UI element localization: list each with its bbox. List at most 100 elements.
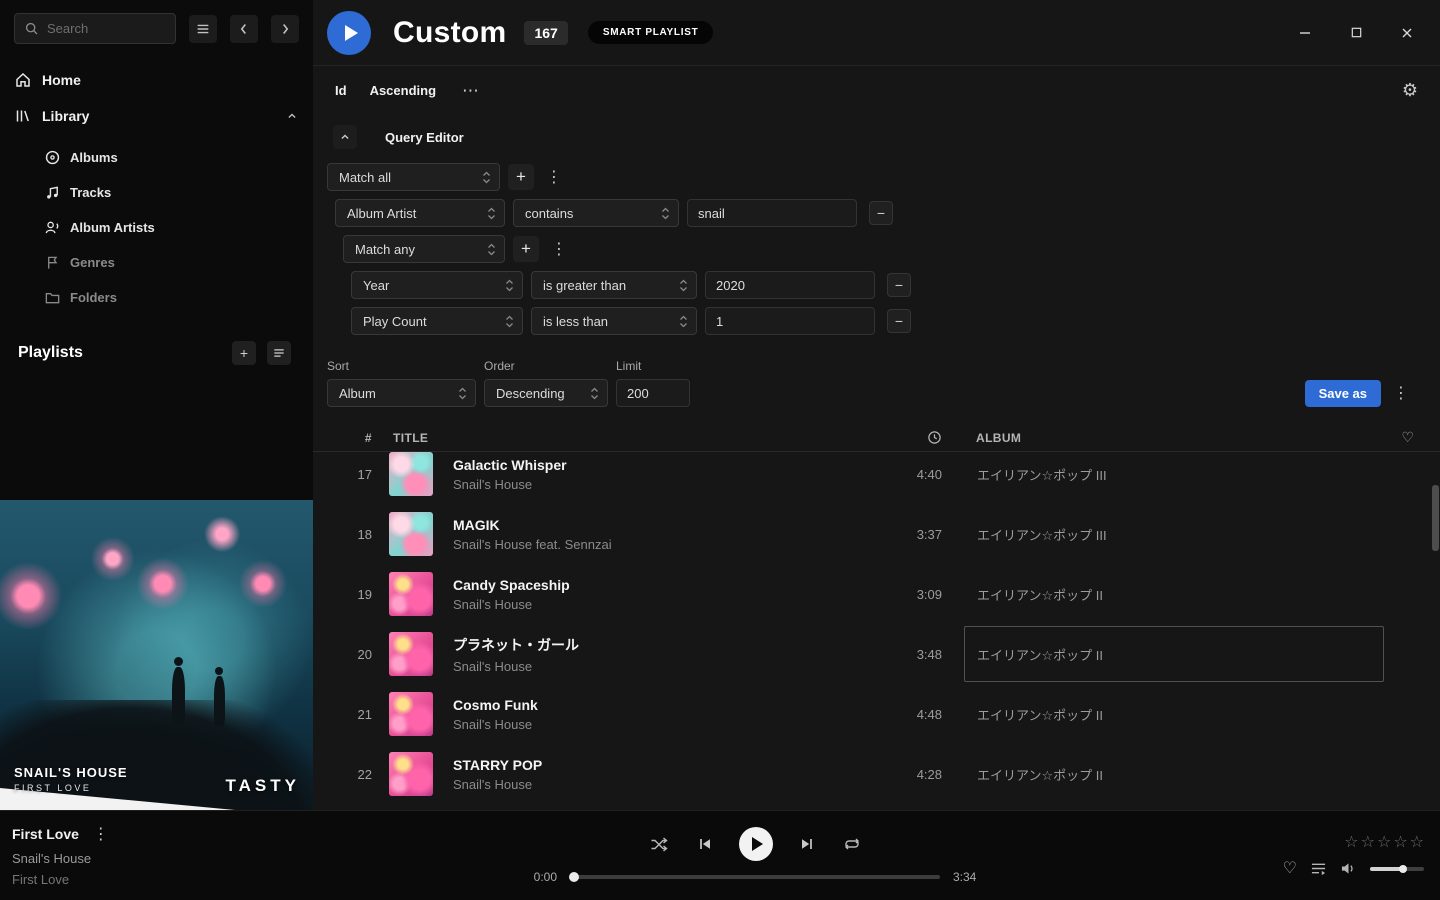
shuffle-button[interactable] bbox=[648, 835, 671, 854]
track-artist[interactable]: Snail's House bbox=[453, 597, 854, 612]
play-playlist-button[interactable] bbox=[327, 11, 371, 55]
next-button[interactable] bbox=[797, 834, 817, 854]
favorite-column-header[interactable]: ♡ bbox=[1384, 429, 1432, 446]
playlist-item[interactable] bbox=[18, 400, 313, 425]
back-button[interactable] bbox=[230, 15, 258, 43]
album-thumbnail[interactable] bbox=[389, 512, 433, 556]
album-cell[interactable]: エイリアン☆ポップ III bbox=[964, 452, 1384, 502]
now-playing-artist[interactable]: Snail's House bbox=[12, 851, 300, 866]
now-playing-menu-icon[interactable]: ⋮ bbox=[89, 824, 113, 844]
rule-value-input[interactable] bbox=[705, 307, 875, 335]
seek-knob[interactable] bbox=[569, 872, 579, 882]
now-playing-artwork[interactable]: SNAIL'S HOUSE FIRST LOVE TASTY bbox=[0, 500, 313, 810]
track-title[interactable]: Candy Spaceship bbox=[453, 577, 854, 593]
track-title[interactable]: Galactic Whisper bbox=[453, 457, 854, 473]
album-column-header[interactable]: ALBUM bbox=[964, 431, 1384, 445]
track-title[interactable]: プラネット・ガール bbox=[453, 635, 854, 655]
rule-operator-select[interactable]: is greater than bbox=[531, 271, 697, 299]
add-rule-button[interactable]: + bbox=[508, 164, 534, 190]
add-playlist-button[interactable]: + bbox=[232, 341, 256, 365]
album-thumbnail[interactable] bbox=[389, 692, 433, 736]
remove-rule-button[interactable]: − bbox=[887, 273, 911, 297]
track-artist[interactable]: Snail's House feat. Sennzai bbox=[453, 537, 854, 552]
track-artist[interactable]: Snail's House bbox=[453, 659, 854, 674]
now-playing-album[interactable]: First Love bbox=[12, 872, 300, 887]
track-title[interactable]: Cosmo Funk bbox=[453, 697, 854, 713]
album-cell[interactable]: エイリアン☆ポップ III bbox=[964, 506, 1384, 562]
favorite-heart-icon[interactable]: ♡ bbox=[1283, 861, 1297, 877]
save-as-button[interactable]: Save as bbox=[1305, 380, 1381, 407]
rule-menu-icon[interactable]: ⋮ bbox=[542, 167, 566, 187]
track-artist[interactable]: Snail's House bbox=[453, 477, 854, 492]
volume-knob[interactable] bbox=[1399, 865, 1407, 873]
album-cell[interactable]: エイリアン☆ポップ II bbox=[964, 746, 1384, 802]
sidebar-item-album-artists[interactable]: Album Artists bbox=[44, 210, 299, 245]
queue-icon[interactable] bbox=[1310, 861, 1327, 876]
rule-value-input[interactable] bbox=[705, 271, 875, 299]
album-thumbnail[interactable] bbox=[389, 452, 433, 496]
menu-button[interactable] bbox=[189, 15, 217, 43]
track-title[interactable]: MAGIK bbox=[453, 517, 854, 533]
volume-icon[interactable] bbox=[1340, 861, 1357, 876]
table-row[interactable]: 22 STARRY POP Snail's House 4:28 エイリアン☆ポ… bbox=[313, 744, 1432, 804]
index-column-header[interactable]: # bbox=[313, 431, 375, 445]
settings-gear-icon[interactable]: ⚙ bbox=[1402, 80, 1418, 101]
group-match-type-select[interactable]: Match any bbox=[343, 235, 505, 263]
minimize-button[interactable] bbox=[1294, 22, 1316, 44]
title-column-header[interactable]: TITLE bbox=[375, 431, 854, 445]
duration-column-header[interactable] bbox=[854, 430, 964, 445]
order-select[interactable]: Descending bbox=[484, 379, 608, 407]
scrollbar-thumb[interactable] bbox=[1432, 485, 1439, 551]
sort-field-button[interactable]: Id bbox=[335, 83, 347, 98]
search-box[interactable] bbox=[14, 13, 176, 44]
star-icon[interactable]: ☆ bbox=[1393, 835, 1407, 851]
more-options-icon[interactable]: ⋯ bbox=[462, 82, 479, 99]
table-row[interactable]: 21 Cosmo Funk Snail's House 4:48 エイリアン☆ポ… bbox=[313, 684, 1432, 744]
star-icon[interactable]: ☆ bbox=[1344, 835, 1358, 851]
chevron-up-icon[interactable] bbox=[285, 109, 299, 123]
star-icon[interactable]: ☆ bbox=[1410, 835, 1424, 851]
forward-button[interactable] bbox=[271, 15, 299, 43]
rule-operator-select[interactable]: contains bbox=[513, 199, 679, 227]
album-cell[interactable]: エイリアン☆ポップ II bbox=[964, 566, 1384, 622]
table-row[interactable]: 18 MAGIK Snail's House feat. Sennzai 3:3… bbox=[313, 504, 1432, 564]
group-menu-icon[interactable]: ⋮ bbox=[547, 239, 571, 259]
playlist-item[interactable] bbox=[18, 475, 313, 500]
sidebar-item-tracks[interactable]: Tracks bbox=[44, 175, 299, 210]
repeat-button[interactable] bbox=[841, 834, 863, 854]
playlist-item[interactable] bbox=[18, 425, 313, 450]
table-row[interactable]: 17 Galactic Whisper Snail's House 4:40 エ… bbox=[313, 452, 1432, 504]
album-thumbnail[interactable] bbox=[389, 572, 433, 616]
rule-field-select[interactable]: Play Count bbox=[351, 307, 523, 335]
star-icon[interactable]: ☆ bbox=[1377, 835, 1391, 851]
table-row[interactable]: 20 プラネット・ガール Snail's House 3:48 エイリアン☆ポッ… bbox=[313, 624, 1432, 684]
rule-value-input[interactable] bbox=[687, 199, 857, 227]
rule-field-select[interactable]: Album Artist bbox=[335, 199, 505, 227]
match-type-select[interactable]: Match all bbox=[327, 163, 500, 191]
album-thumbnail[interactable] bbox=[389, 632, 433, 676]
sidebar-item-library[interactable]: Library bbox=[14, 98, 299, 134]
close-button[interactable] bbox=[1396, 22, 1418, 44]
add-group-rule-button[interactable]: + bbox=[513, 236, 539, 262]
collapse-query-editor-button[interactable] bbox=[333, 125, 357, 149]
album-cell[interactable]: エイリアン☆ポップ II bbox=[964, 686, 1384, 742]
playlist-list-button[interactable] bbox=[267, 341, 291, 365]
track-artist[interactable]: Snail's House bbox=[453, 777, 854, 792]
volume-slider[interactable] bbox=[1370, 867, 1424, 871]
playlist-item[interactable] bbox=[18, 375, 313, 400]
sidebar-item-home[interactable]: Home bbox=[14, 62, 299, 98]
album-thumbnail[interactable] bbox=[389, 752, 433, 796]
limit-input[interactable] bbox=[616, 379, 690, 407]
search-input[interactable] bbox=[47, 21, 157, 36]
sort-select[interactable]: Album bbox=[327, 379, 476, 407]
rule-operator-select[interactable]: is less than bbox=[531, 307, 697, 335]
star-icon[interactable]: ☆ bbox=[1361, 835, 1375, 851]
track-artist[interactable]: Snail's House bbox=[453, 717, 854, 732]
remove-rule-button[interactable]: − bbox=[887, 309, 911, 333]
sort-direction-button[interactable]: Ascending bbox=[370, 83, 436, 98]
rule-field-select[interactable]: Year bbox=[351, 271, 523, 299]
save-menu-icon[interactable]: ⋮ bbox=[1389, 383, 1413, 403]
sidebar-item-genres[interactable]: Genres bbox=[44, 245, 299, 280]
sidebar-item-folders[interactable]: Folders bbox=[44, 280, 299, 315]
sidebar-item-albums[interactable]: Albums bbox=[44, 140, 299, 175]
